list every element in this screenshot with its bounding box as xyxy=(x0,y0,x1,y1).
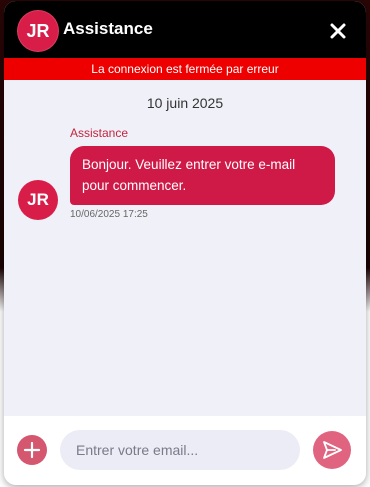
close-icon[interactable] xyxy=(324,18,352,44)
message-list: 10 juin 2025 Assistance Bonjour. Veuille… xyxy=(4,80,366,416)
connection-error-banner: La connexion est fermée par erreur xyxy=(4,58,366,80)
message-bubble: Bonjour. Veuillez entrer votre e-mail po… xyxy=(70,146,335,205)
date-separator: 10 juin 2025 xyxy=(146,95,224,111)
send-icon[interactable] xyxy=(313,431,351,469)
email-input[interactable] xyxy=(60,430,300,470)
header-avatar: JR xyxy=(17,10,59,52)
message-timestamp: 10/06/2025 17:25 xyxy=(70,209,148,220)
chat-header: JR Assistance xyxy=(4,1,366,58)
chat-widget: JR Assistance La connexion est fermée pa… xyxy=(4,1,366,485)
plus-icon[interactable] xyxy=(17,435,47,465)
message-sender: Assistance xyxy=(70,126,129,140)
message-avatar: JR xyxy=(18,180,58,220)
composer xyxy=(4,416,366,485)
chat-title: Assistance xyxy=(63,19,153,38)
